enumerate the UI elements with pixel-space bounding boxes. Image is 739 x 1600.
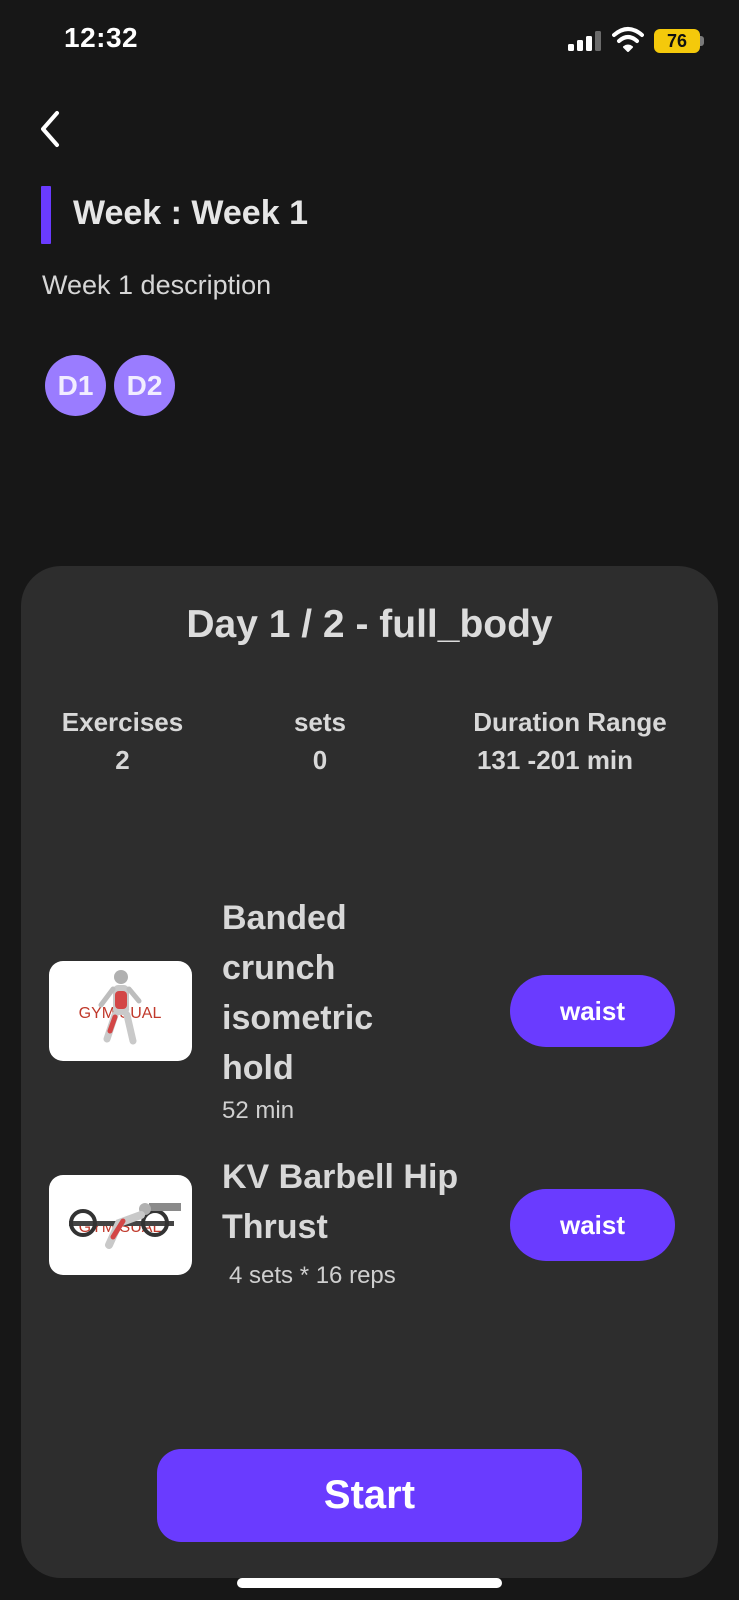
muscle-tag-label: waist [559,995,626,1026]
exercise-name-line: crunch [222,949,336,987]
exercise-name-line: hold [222,1049,294,1087]
exercise-name-line: KV Barbell Hip [222,1158,459,1196]
exercise-illustration: GYM SUAL [69,1203,181,1249]
start-button[interactable]: Start [157,1449,582,1542]
day-title: Day 1 / 2 - full_body [186,603,553,646]
signal-icon [568,31,601,51]
stat-exercises-value: 2 [115,745,130,775]
stat-duration-label: Duration Range [473,707,667,737]
exercise-illustration: GYM SUAL [79,970,161,1045]
muscle-tag-button[interactable]: waist [510,975,675,1047]
exercise-name-line: isometric [222,999,374,1037]
stat-duration-value: 131 -201 min [476,745,634,775]
muscle-tag-label: waist [559,1209,626,1240]
home-indicator[interactable] [237,1578,502,1588]
week-description: Week 1 description [42,270,272,300]
status-time: 12:32 [64,22,139,53]
wifi-icon [612,27,644,52]
exercise-thumbnail[interactable]: GYM SUAL [49,961,192,1061]
exercise-detail: 4 sets * 16 reps [229,1262,396,1289]
day-chip-d1[interactable]: D1 [45,355,106,416]
exercise-detail: 52 min [222,1097,295,1124]
exercise-name-line: Thrust [222,1208,328,1246]
stat-sets-value: 0 [312,745,328,775]
exercise-thumbnail[interactable]: GYM SUAL [49,1175,192,1275]
day-chip-label: D1 [57,369,94,401]
battery-tip [700,36,704,46]
exercise-name[interactable]: KV Barbell Hip Thrust [222,1152,492,1252]
day-chip-label: D2 [126,369,163,401]
back-button[interactable] [30,105,70,153]
page-title: Week : Week 1 [73,194,308,232]
battery-icon: 76 [654,29,700,53]
exercise-name-line: Banded [222,899,347,937]
title-accent-bar [41,186,51,244]
muscle-tag-button[interactable]: waist [510,1189,675,1261]
day-chip-d2[interactable]: D2 [114,355,175,416]
stat-exercises-label: Exercises [61,707,184,737]
chevron-left-icon [41,111,59,147]
battery-level: 76 [666,30,688,51]
stat-sets-label: sets [293,707,347,737]
start-button-label: Start [323,1473,416,1517]
exercise-name[interactable]: Banded crunch isometric hold [222,893,492,1093]
